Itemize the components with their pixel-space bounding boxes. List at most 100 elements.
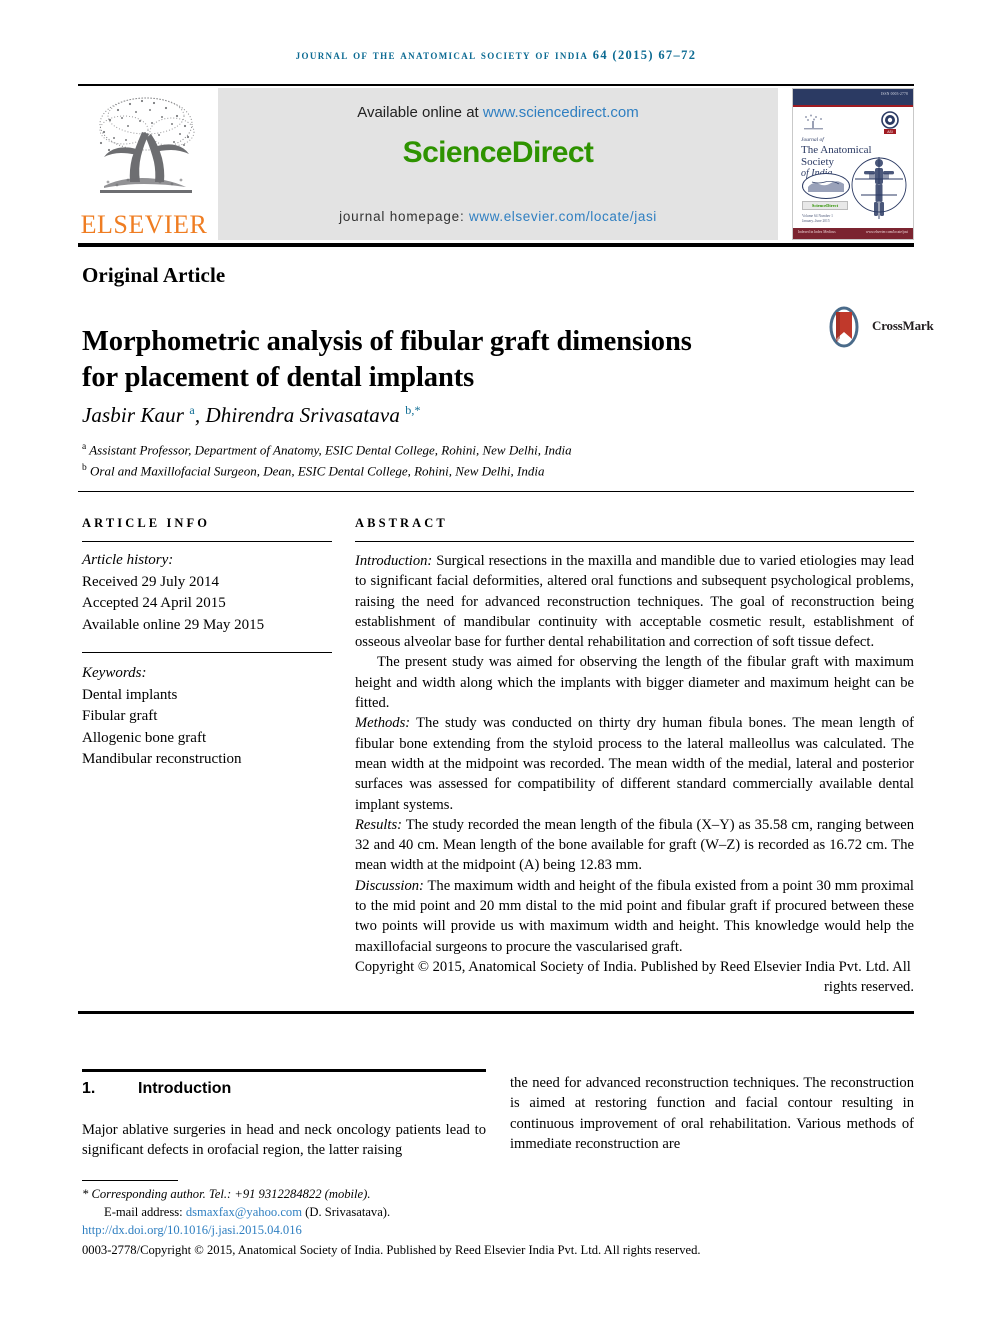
cover-elsevier-mark-icon (801, 113, 827, 131)
intro-paragraph-left: Major ablative surgeries in head and nec… (82, 1122, 486, 1159)
abstract-discussion-paragraph: Discussion: The maximum width and height… (355, 876, 914, 957)
abstract-introduction-text: Surgical resections in the maxilla and m… (355, 553, 914, 651)
affiliation-b-text: Oral and Maxillofacial Surgeon, Dean, ES… (90, 463, 545, 479)
affiliation-a-marker: a (82, 442, 87, 452)
abstract-rights-line: rights reserved. (824, 979, 914, 996)
available-online-line: Available online at www.sciencedirect.co… (218, 104, 778, 121)
title-line-2: for placement of dental implants (82, 362, 475, 394)
journal-homepage-line: journal homepage: www.elsevier.com/locat… (218, 209, 778, 224)
journal-homepage-label: journal homepage: (339, 209, 470, 224)
available-online-label: Available online at (357, 104, 483, 121)
crossmark-icon (829, 306, 859, 348)
abstract-methods-label: Methods: (355, 715, 411, 732)
author-affil-marker-a: a (189, 403, 195, 417)
cover-volume-line2: January–June 2015 (802, 219, 830, 223)
author-affil-marker-b: b,* (405, 403, 421, 417)
article-info-heading: ARTICLE INFO (82, 516, 332, 531)
sciencedirect-band: Available online at www.sciencedirect.co… (218, 88, 778, 240)
section-heading-rule (82, 1069, 486, 1072)
abstract-body: Introduction: Surgical resections in the… (355, 551, 914, 998)
footer-copyright-line: 0003-2778/Copyright © 2015, Anatomical S… (82, 1242, 701, 1257)
email-label: E-mail address: (104, 1204, 186, 1219)
article-received-date: Received 29 July 2014 (82, 573, 220, 590)
affiliation-b: b Oral and Maxillofacial Surgeon, Dean, … (82, 459, 862, 480)
doi-link[interactable]: http://dx.doi.org/10.1016/j.jasi.2015.04… (82, 1222, 872, 1240)
email-note: E-mail address: dsmaxfax@yahoo.com (D. S… (82, 1204, 872, 1222)
affiliations: a Assistant Professor, Department of Ana… (82, 438, 862, 481)
keywords-label: Keywords: (82, 665, 147, 681)
article-first-page: journal of the anatomical society of ind… (0, 0, 992, 1323)
running-head: journal of the anatomical society of ind… (295, 48, 697, 62)
header-rule-bottom (78, 243, 914, 247)
corresponding-author-text: Corresponding author. Tel.: +91 93122848… (91, 1187, 371, 1201)
article-available-online-date: Available online 29 May 2015 (82, 616, 265, 633)
abstract-introduction-paragraph: Introduction: Surgical resections in the… (355, 551, 914, 652)
cover-foot-right: www.elsevier.com/locate/jasi (865, 230, 908, 234)
cover-foot-bar: Indexed in Index Medicus www.elsevier.co… (793, 228, 913, 239)
section-heading-introduction: 1. Introduction (82, 1080, 231, 1098)
abstract-discussion-text: The maximum width and height of the fibu… (355, 877, 914, 955)
cover-red-rule (793, 105, 913, 107)
elsevier-logo: ELSEVIER (78, 88, 210, 240)
title-line-1: Morphometric analysis of fibular graft d… (82, 326, 692, 358)
journal-homepage-link[interactable]: www.elsevier.com/locate/jasi (469, 209, 657, 224)
keyword-item: Allogenic bone graft (82, 729, 207, 746)
email-link[interactable]: dsmaxfax@yahoo.com (186, 1205, 302, 1219)
article-info-underline (82, 541, 332, 542)
cover-society-seal-icon: ASI (879, 111, 901, 135)
abstract-methods-text: The study was conducted on thirty dry hu… (355, 715, 914, 813)
abstract-heading-text: ABSTRACT (355, 516, 448, 530)
journal-header-band: ELSEVIER Available online at www.science… (78, 88, 914, 240)
abstract-copyright-line: Copyright © 2015, Anatomical Society of … (355, 958, 911, 975)
crossmark-label: CrossMark (872, 318, 934, 333)
body-column-right: the need for advanced reconstruction tec… (510, 1073, 914, 1154)
header-rule-top (78, 84, 914, 86)
cover-anatomical-figure-icon (849, 149, 909, 227)
keywords-rule (82, 652, 332, 653)
keyword-item: Mandibular reconstruction (82, 751, 242, 767)
footnote-block: * Corresponding author. Tel.: +91 931228… (82, 1186, 872, 1259)
journal-cover-thumbnail: ISSN 0003-2778 ASI Journal of The Anatom… (792, 88, 914, 240)
elsevier-tree-icon (84, 90, 204, 208)
info-abstract-rule (78, 491, 914, 492)
affiliation-a: a Assistant Professor, Department of Ana… (82, 438, 862, 459)
cover-issn-text: ISSN 0003-2778 (880, 92, 908, 96)
cover-volume-line1: Volume 64 Number 1 (802, 214, 833, 218)
abstract-underline (355, 541, 914, 542)
abstract-column: ABSTRACT Introduction: Surgical resectio… (355, 516, 914, 998)
article-history-block: Article history: Received 29 July 2014 A… (82, 550, 332, 636)
affiliation-a-text: Assistant Professor, Department of Anato… (89, 442, 572, 458)
affiliation-b-marker: b (82, 463, 87, 474)
sciencedirect-link[interactable]: www.sciencedirect.com (483, 104, 639, 121)
email-suffix: (D. Srivasatava). (302, 1204, 391, 1219)
cover-journal-of-label: Journal of (801, 137, 824, 143)
corresponding-author-marker: * (82, 1187, 89, 1201)
page-title: Morphometric analysis of fibular graft d… (82, 324, 802, 396)
section-title-text: Introduction (138, 1080, 232, 1097)
abstract-heading: ABSTRACT (355, 516, 914, 531)
abstract-results-text: The study recorded the mean length of th… (355, 816, 914, 874)
footnote-rule (82, 1180, 178, 1181)
body-top-rule (78, 1011, 914, 1014)
cover-sciencedirect-badge: ScienceDirect (802, 201, 848, 210)
article-type-kicker: Original Article (82, 263, 226, 287)
svg-text:ASI: ASI (887, 130, 893, 134)
article-history-label: Article history: (82, 552, 174, 568)
abstract-discussion-label: Discussion: (355, 877, 424, 894)
crossmark-badge[interactable]: CrossMark (822, 305, 934, 351)
cover-globe-icon (802, 173, 850, 199)
elsevier-wordmark: ELSEVIER (80, 210, 208, 239)
cover-volume-info: Volume 64 Number 1 January–June 2015 (802, 214, 833, 224)
intro-paragraph-right: the need for advanced reconstruction tec… (510, 1075, 914, 1152)
author-list: Jasbir Kaur a, Dhirendra Srivasatava b,* (82, 403, 421, 427)
article-accepted-date: Accepted 24 April 2015 (82, 595, 226, 611)
abstract-aim-paragraph: The present study was aimed for observin… (355, 654, 914, 712)
article-info-column: ARTICLE INFO Article history: Received 2… (82, 516, 332, 771)
cover-badge-label: ScienceDirect (811, 203, 839, 208)
keywords-block: Keywords: Dental implants Fibular graft … (82, 663, 332, 771)
body-column-left: Major ablative surgeries in head and nec… (82, 1120, 486, 1161)
abstract-methods-paragraph: Methods: The study was conducted on thir… (355, 713, 914, 814)
cover-foot-left: Indexed in Index Medicus (798, 230, 836, 234)
sciencedirect-wordmark: ScienceDirect (402, 136, 594, 169)
section-number: 1. (82, 1080, 96, 1097)
